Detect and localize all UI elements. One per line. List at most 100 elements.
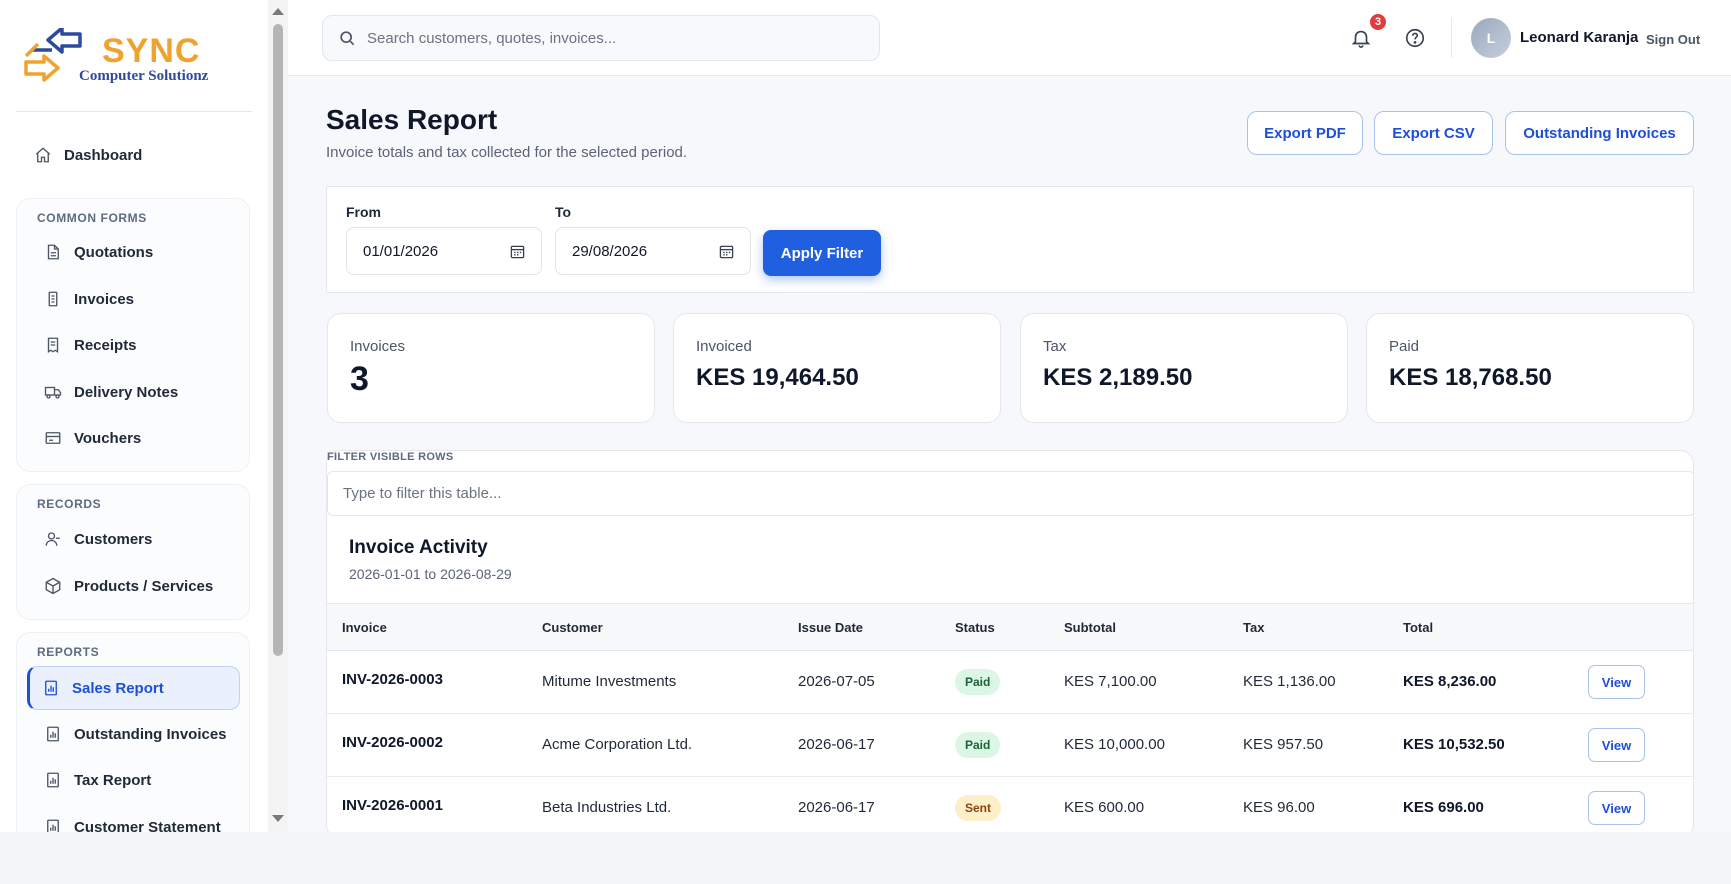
global-search[interactable] (322, 15, 880, 61)
to-date-value: 29/08/2026 (572, 242, 648, 260)
table-row[interactable]: INV-2026-0001 Beta Industries Ltd. 2026-… (327, 777, 1693, 838)
sign-out-link[interactable]: Sign Out (1646, 32, 1700, 47)
calendar-icon[interactable] (510, 244, 525, 259)
from-label: From (346, 204, 381, 220)
calendar-icon[interactable] (719, 244, 734, 259)
sidebar-item-dashboard[interactable]: Dashboard (16, 135, 250, 175)
bottom-strip (0, 832, 1731, 884)
tax: KES 957.50 (1243, 736, 1324, 753)
customer-name: Beta Industries Ltd. (542, 799, 672, 816)
subtotal: KES 7,100.00 (1064, 673, 1157, 690)
sidebar-content: SYNC Computer Solutionz Dashboard COMMON… (0, 0, 268, 832)
issue-date: 2026-06-17 (798, 736, 875, 753)
sidebar-item-customers[interactable]: Customers (26, 519, 240, 559)
document-icon (47, 244, 59, 260)
column-header-invoice[interactable]: Invoice (342, 620, 387, 635)
stat-label: Invoiced (696, 338, 752, 355)
apply-filter-button[interactable]: Apply Filter (763, 230, 881, 276)
brand-name: SYNC (102, 32, 201, 70)
scroll-thumb[interactable] (273, 24, 283, 656)
total: KES 696.00 (1403, 799, 1484, 816)
page-subtitle: Invoice totals and tax collected for the… (326, 144, 688, 161)
sidebar-item-products-services[interactable]: Products / Services (26, 566, 240, 606)
sidebar-item-quotations[interactable]: Quotations (26, 232, 240, 272)
invoice-number[interactable]: INV-2026-0002 (342, 734, 443, 751)
tax: KES 1,136.00 (1243, 673, 1336, 690)
report-icon (47, 819, 59, 832)
topbar-divider (1451, 18, 1452, 58)
search-input[interactable] (367, 29, 847, 47)
invoice-icon (48, 291, 58, 307)
sidebar-item-delivery-notes[interactable]: Delivery Notes (26, 372, 240, 412)
column-header-subtotal[interactable]: Subtotal (1064, 620, 1116, 635)
total: KES 10,532.50 (1403, 736, 1505, 753)
sidebar-item-label: Receipts (74, 336, 137, 354)
stat-card-invoices: Invoices 3 (327, 313, 655, 423)
stat-label: Invoices (350, 338, 406, 355)
stat-label: Tax (1043, 338, 1067, 355)
sidebar-item-label: Customers (74, 530, 153, 548)
nav-group-title: REPORTS (37, 645, 100, 659)
column-header-total[interactable]: Total (1403, 620, 1433, 635)
status-badge: Paid (955, 732, 1001, 758)
table-row[interactable]: INV-2026-0002 Acme Corporation Ltd. 2026… (327, 714, 1693, 777)
issue-date: 2026-06-17 (798, 799, 875, 816)
scroll-down-icon[interactable] (272, 815, 284, 822)
sidebar-item-label: Customer Statement (74, 818, 221, 833)
column-header-customer[interactable]: Customer (542, 620, 603, 635)
invoice-number[interactable]: INV-2026-0003 (342, 671, 443, 688)
subtotal: KES 600.00 (1064, 799, 1145, 816)
date-filter-card: From 01/01/2026 To 29/08/2026 Apply Filt… (326, 186, 1694, 293)
from-date-input[interactable]: 01/01/2026 (346, 227, 542, 275)
sidebar-item-sales-report[interactable]: Sales Report (27, 666, 240, 710)
sidebar-item-customer-statement[interactable]: Customer Statement (26, 807, 240, 832)
table-row[interactable]: INV-2026-0003 Mitume Investments 2026-07… (327, 651, 1693, 714)
export-pdf-button[interactable]: Export PDF (1247, 111, 1363, 155)
brand-logo[interactable]: SYNC Computer Solutionz (22, 28, 232, 96)
stat-card-paid: Paid KES 18,768.50 (1366, 313, 1694, 423)
sidebar-item-label: Vouchers (74, 429, 142, 447)
table-title: Invoice Activity (349, 537, 488, 558)
sidebar-item-label: Products / Services (74, 577, 214, 595)
customer-name: Mitume Investments (542, 673, 677, 690)
sidebar-item-label: Invoices (74, 290, 135, 308)
home-icon (35, 147, 51, 163)
user-name: Leonard Karanja (1520, 29, 1639, 46)
to-label: To (555, 204, 572, 220)
sidebar-item-label: Quotations (74, 243, 154, 261)
report-icon (47, 772, 59, 788)
export-csv-button[interactable]: Export CSV (1374, 111, 1493, 155)
column-header-issue-date[interactable]: Issue Date (798, 620, 863, 635)
stat-value: KES 18,768.50 (1389, 364, 1552, 391)
column-header-tax[interactable]: Tax (1243, 620, 1264, 635)
to-date-input[interactable]: 29/08/2026 (555, 227, 751, 275)
sidebar-item-label: Tax Report (74, 771, 152, 789)
sidebar-item-vouchers[interactable]: Vouchers (26, 418, 240, 458)
column-header-status[interactable]: Status (955, 620, 995, 635)
view-button[interactable]: View (1588, 791, 1645, 825)
issue-date: 2026-07-05 (798, 673, 875, 690)
page-title: Sales Report (326, 104, 498, 135)
stat-card-invoiced: Invoiced KES 19,464.50 (673, 313, 1001, 423)
view-button[interactable]: View (1588, 665, 1645, 699)
user-icon (45, 532, 60, 546)
sidebar-item-receipts[interactable]: Receipts (26, 325, 240, 365)
scroll-up-icon[interactable] (272, 8, 284, 15)
sidebar-item-tax-report[interactable]: Tax Report (26, 760, 240, 800)
sidebar-scrollbar[interactable] (268, 0, 288, 832)
sidebar-item-outstanding-invoices[interactable]: Outstanding Invoices (26, 714, 240, 754)
invoice-number[interactable]: INV-2026-0001 (342, 797, 443, 814)
customer-name: Acme Corporation Ltd. (542, 736, 693, 753)
view-button[interactable]: View (1588, 728, 1645, 762)
sidebar-item-invoices[interactable]: Invoices (26, 279, 240, 319)
nav-group-title: COMMON FORMS (37, 211, 147, 225)
avatar[interactable]: L (1471, 18, 1511, 58)
receipt-icon (47, 337, 59, 354)
help-button[interactable] (1401, 24, 1429, 52)
table-filter-input[interactable] (327, 471, 1693, 516)
outstanding-invoices-button[interactable]: Outstanding Invoices (1505, 111, 1694, 155)
help-icon (1405, 28, 1425, 48)
truck-icon (44, 386, 62, 399)
status-badge: Paid (955, 669, 1001, 695)
stat-card-tax: Tax KES 2,189.50 (1020, 313, 1348, 423)
